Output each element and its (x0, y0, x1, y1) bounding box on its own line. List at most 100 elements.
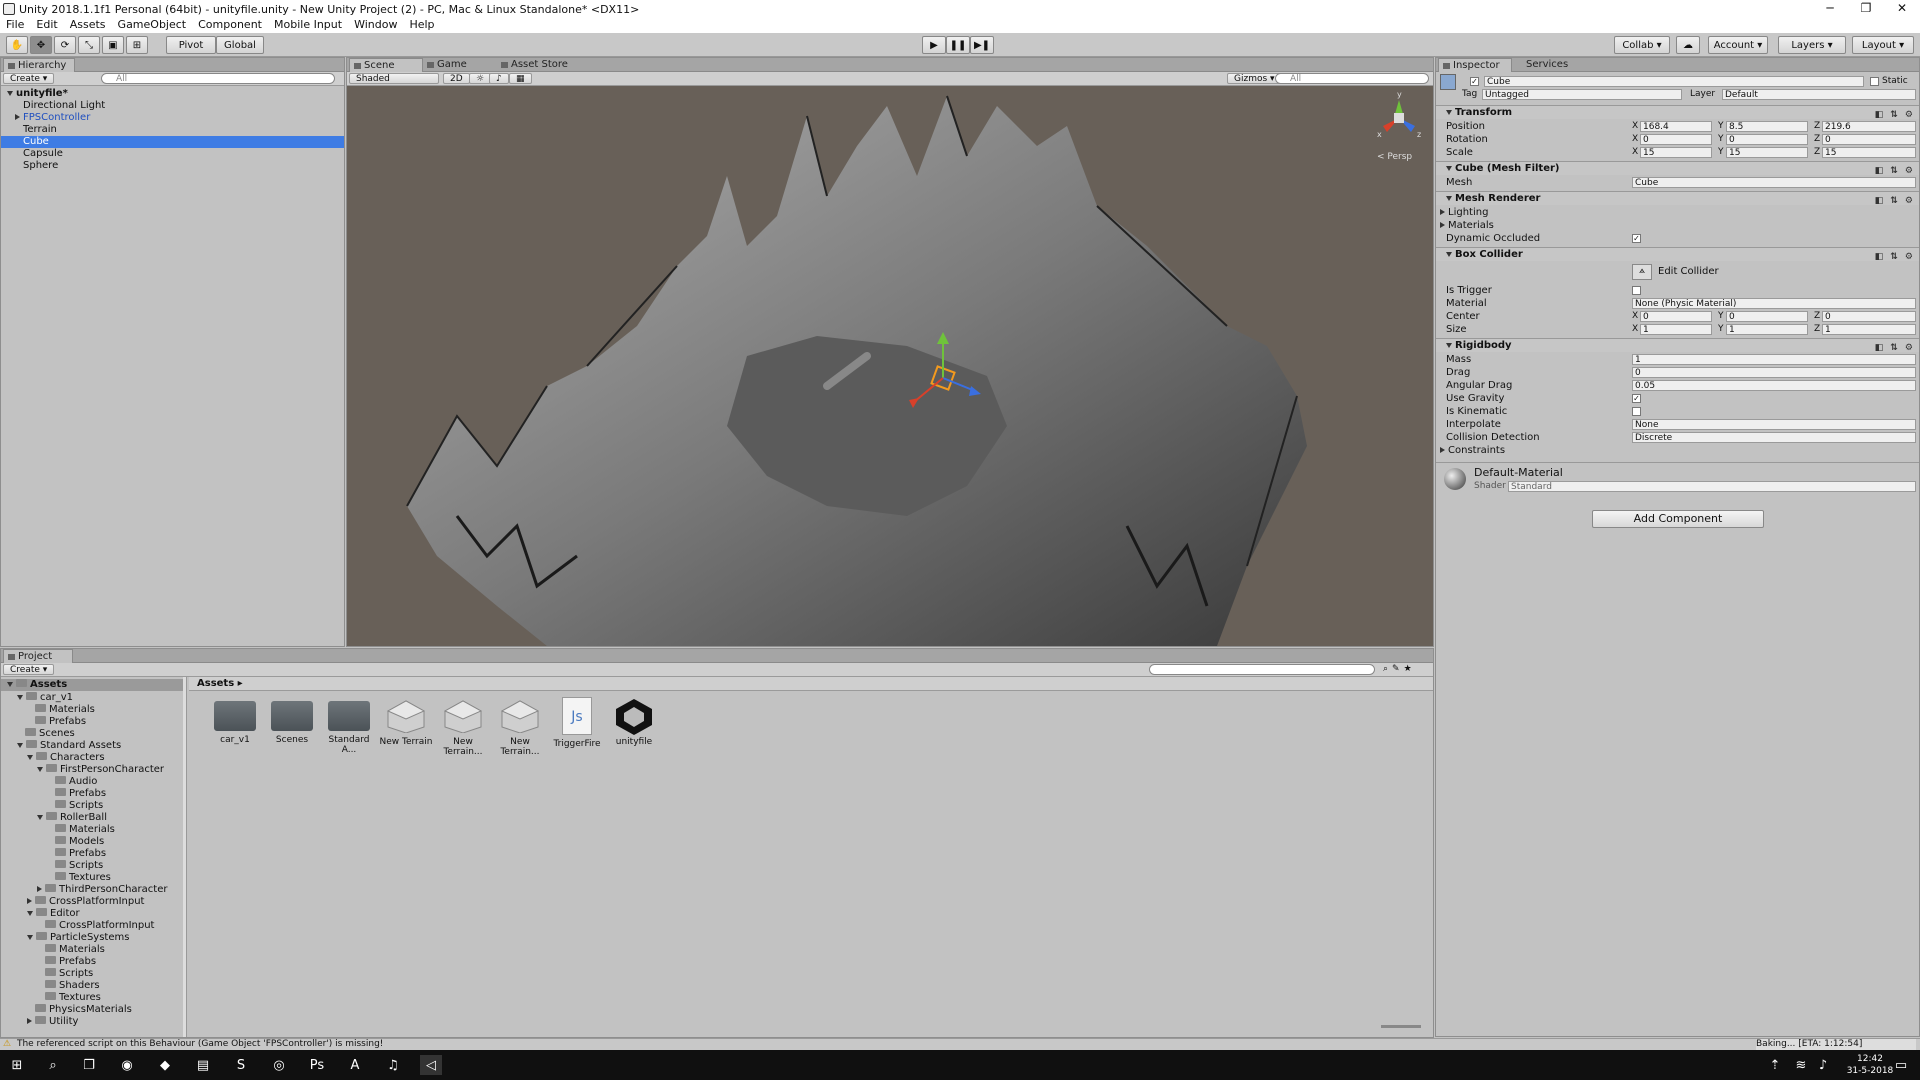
rotation-y-field[interactable]: 0 (1726, 134, 1808, 145)
tag-dropdown[interactable]: Untagged (1482, 89, 1682, 100)
collapse-arrow-icon[interactable] (15, 114, 20, 120)
close-button[interactable]: ✕ (1884, 0, 1920, 18)
hierarchy-item-cube[interactable]: Cube (1, 136, 344, 148)
step-button[interactable]: ▶❚ (970, 36, 994, 54)
center-y-field[interactable]: 0 (1726, 311, 1808, 322)
account-dropdown[interactable]: Account ▾ (1708, 36, 1768, 54)
menu-file[interactable]: File (0, 18, 30, 33)
hierarchy-item-fpscontroller[interactable]: FPSController (1, 112, 344, 124)
status-warning-text[interactable]: The referenced script on this Behaviour … (17, 1039, 383, 1049)
position-y-field[interactable]: 8.5 (1726, 121, 1808, 132)
scale-x-field[interactable]: 15 (1640, 147, 1712, 158)
is-kinematic-checkbox[interactable] (1632, 407, 1641, 416)
object-name-field[interactable]: Cube (1484, 76, 1864, 87)
asset-terrain[interactable]: New Terrain (378, 697, 434, 747)
rect-tool-icon[interactable]: ▣ (102, 36, 124, 54)
position-z-field[interactable]: 219.6 (1822, 121, 1916, 132)
constraints-foldout[interactable]: Constraints (1436, 444, 1919, 457)
active-checkbox[interactable]: ✓ (1470, 77, 1479, 86)
box-collider-header[interactable]: Box Collider ◧ ⇅ ⚙ (1436, 247, 1919, 262)
expand-arrow-icon[interactable] (1446, 195, 1452, 201)
menu-window[interactable]: Window (348, 18, 403, 33)
scale-y-field[interactable]: 15 (1726, 147, 1808, 158)
network-icon[interactable]: ⇡ (1764, 1055, 1786, 1075)
start-icon[interactable]: ⊞ (6, 1055, 28, 1075)
size-y-field[interactable]: 1 (1726, 324, 1808, 335)
hierarchy-item-sphere[interactable]: Sphere (1, 160, 344, 172)
is-trigger-checkbox[interactable] (1632, 286, 1641, 295)
transform-header[interactable]: Transform ◧ ⇅ ⚙ (1436, 105, 1919, 120)
mass-field[interactable]: 1 (1632, 354, 1916, 365)
asset-folder[interactable]: car_v1 (207, 697, 263, 745)
tab-asset-store[interactable]: Asset Store (497, 58, 587, 72)
orientation-gizmo[interactable]: y x z (1377, 90, 1421, 140)
materials-foldout[interactable]: Materials (1436, 219, 1919, 232)
scene-viewport[interactable]: y x z < Persp (347, 86, 1433, 646)
asset-terrain[interactable]: New Terrain... (492, 697, 548, 757)
expand-arrow-icon[interactable] (1446, 251, 1452, 257)
expand-arrow-icon[interactable] (1446, 342, 1452, 348)
expand-arrow-icon[interactable] (7, 90, 13, 96)
tab-inspector[interactable]: Inspector (1438, 58, 1512, 72)
layers-dropdown[interactable]: Layers ▾ (1778, 36, 1846, 54)
size-x-field[interactable]: 1 (1640, 324, 1712, 335)
expand-arrow-icon[interactable] (1446, 165, 1452, 171)
menu-help[interactable]: Help (403, 18, 440, 33)
audio-toggle-icon[interactable]: ♪ (489, 73, 509, 84)
interpolate-dropdown[interactable]: None (1632, 419, 1916, 430)
cloud-icon[interactable]: ☁ (1676, 36, 1700, 54)
hierarchy-create-button[interactable]: Create ▾ (3, 73, 55, 84)
collider-material-field[interactable]: None (Physic Material) (1632, 298, 1916, 309)
mesh-field[interactable]: Cube (1632, 177, 1916, 188)
global-toggle[interactable]: Global (216, 36, 264, 54)
hierarchy-item-directional-light[interactable]: Directional Light (1, 100, 344, 112)
shader-dropdown[interactable]: Standard (1508, 481, 1916, 492)
collision-detection-dropdown[interactable]: Discrete (1632, 432, 1916, 443)
move-tool-icon[interactable]: ✥ (30, 36, 52, 54)
asset-folder[interactable]: Scenes (264, 697, 320, 745)
baking-progress[interactable]: Baking... [ETA: 1:12:54] (1756, 1039, 1916, 1050)
asset-unity[interactable]: unityfile (606, 697, 662, 747)
asset-folder[interactable]: Standard A... (321, 697, 377, 755)
sublime-icon[interactable]: S (230, 1055, 252, 1075)
transform-tool-icon[interactable]: ⊞ (126, 36, 148, 54)
rotation-z-field[interactable]: 0 (1822, 134, 1916, 145)
app-icon[interactable]: ◆ (154, 1055, 176, 1075)
shading-dropdown[interactable]: Shaded (349, 73, 439, 84)
lighting-foldout[interactable]: Lighting (1436, 206, 1919, 219)
collapse-arrow-icon[interactable] (1440, 209, 1445, 215)
minimize-button[interactable]: ─ (1812, 0, 1848, 18)
tab-services[interactable]: Services (1512, 58, 1582, 72)
hand-tool-icon[interactable]: ✋ (6, 36, 28, 54)
drag-field[interactable]: 0 (1632, 367, 1916, 378)
hierarchy-item-terrain[interactable]: Terrain (1, 124, 344, 136)
tab-game[interactable]: Game (423, 58, 497, 72)
zoom-slider[interactable] (1381, 1025, 1421, 1028)
tab-scene[interactable]: Scene (349, 58, 423, 72)
add-component-button[interactable]: Add Component (1592, 510, 1764, 528)
hierarchy-search-input[interactable]: All (101, 73, 335, 84)
hierarchy-item-capsule[interactable]: Capsule (1, 148, 344, 160)
steam-icon[interactable]: ◎ (268, 1055, 290, 1075)
volume-icon[interactable]: ♪ (1812, 1055, 1834, 1075)
asset-js[interactable]: Js TriggerFire (549, 697, 605, 749)
menu-component[interactable]: Component (192, 18, 268, 33)
photoshop-icon[interactable]: Ps (306, 1055, 328, 1075)
collapse-arrow-icon[interactable] (1440, 222, 1445, 228)
layer-dropdown[interactable]: Default (1722, 89, 1916, 100)
size-z-field[interactable]: 1 (1822, 324, 1916, 335)
scene-search-input[interactable]: All (1275, 73, 1429, 84)
center-x-field[interactable]: 0 (1640, 311, 1712, 322)
unity-taskbar-icon[interactable]: ◁ (420, 1055, 442, 1075)
2d-toggle[interactable]: 2D (443, 73, 470, 84)
asset-terrain[interactable]: New Terrain... (435, 697, 491, 757)
rotation-x-field[interactable]: 0 (1640, 134, 1712, 145)
center-z-field[interactable]: 0 (1822, 311, 1916, 322)
rigidbody-header[interactable]: Rigidbody ◧ ⇅ ⚙ (1436, 338, 1919, 353)
pause-button[interactable]: ❚❚ (946, 36, 970, 54)
layout-dropdown[interactable]: Layout ▾ (1852, 36, 1914, 54)
menu-assets[interactable]: Assets (64, 18, 112, 33)
menu-mobile-input[interactable]: Mobile Input (268, 18, 348, 33)
rotate-tool-icon[interactable]: ⟳ (54, 36, 76, 54)
scene-root[interactable]: unityfile* (1, 88, 344, 100)
